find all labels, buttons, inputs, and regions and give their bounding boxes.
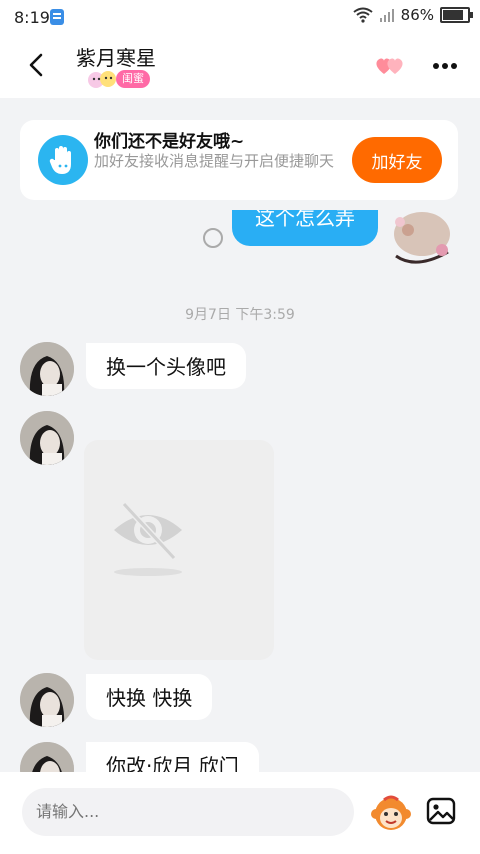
back-arrow-icon[interactable] <box>22 50 52 80</box>
more-options-icon[interactable] <box>432 62 458 70</box>
incoming-message-bubble[interactable]: 快换 快换 <box>86 674 213 720</box>
status-time: 8:19 <box>14 8 50 27</box>
relationship-badge: 闺蜜 <box>86 70 154 88</box>
chat-header: 紫月寒星 闺蜜 <box>0 34 480 98</box>
message-input[interactable] <box>22 788 354 836</box>
image-message-placeholder[interactable] <box>84 440 274 660</box>
image-unavailable-icon <box>114 501 182 576</box>
hearts-icon[interactable] <box>374 54 406 78</box>
add-friend-banner: 你们还不是好友哦~ 加好友接收消息提醒与开启便捷聊天 加好友 <box>20 120 458 200</box>
signal-icon <box>379 9 394 22</box>
badge-label: 闺蜜 <box>116 70 150 88</box>
add-friend-button[interactable]: 加好友 <box>352 137 442 183</box>
image-picker-icon[interactable] <box>426 796 456 826</box>
self-avatar-sticker[interactable] <box>386 210 454 268</box>
input-bar <box>0 772 480 854</box>
message-timestamp: 9月7日 下午3:59 <box>185 307 295 323</box>
select-radio-icon[interactable] <box>203 228 223 248</box>
battery-percent: 86% <box>400 6 434 24</box>
wifi-icon <box>353 7 373 23</box>
incoming-message-bubble[interactable]: 换一个头像吧 <box>86 343 246 389</box>
outgoing-message-text: 这个怎么弄 <box>255 210 355 230</box>
contact-name: 紫月寒星 <box>76 46 156 70</box>
contact-avatar[interactable] <box>20 673 74 727</box>
battery-icon <box>440 7 473 23</box>
app-notification-icon <box>50 9 64 25</box>
banner-subtitle: 加好友接收消息提醒与开启便捷聊天 <box>94 152 335 170</box>
status-right: 86% <box>353 6 473 24</box>
contact-avatar[interactable] <box>20 342 74 396</box>
status-bar: 8:19 86% <box>0 0 480 34</box>
emoji-monkey-icon[interactable] <box>370 792 412 834</box>
contact-avatar[interactable] <box>20 411 74 465</box>
banner-title: 你们还不是好友哦~ <box>94 132 245 152</box>
outgoing-message-bubble[interactable]: 这个怎么弄 <box>232 210 378 246</box>
hand-icon <box>38 135 88 185</box>
